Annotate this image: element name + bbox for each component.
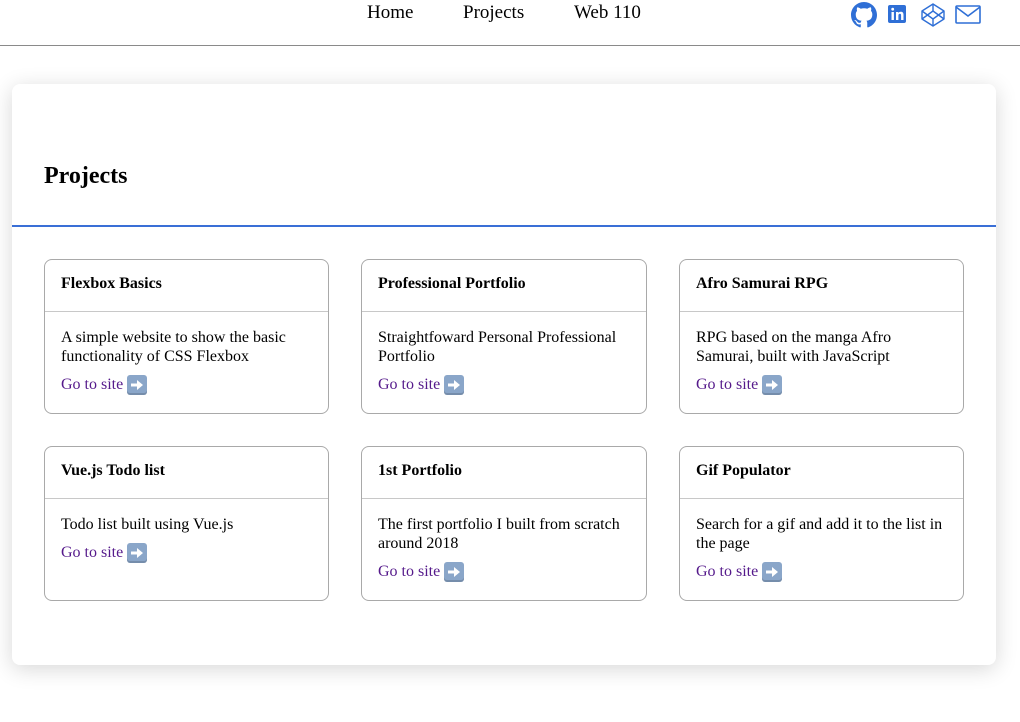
card-header: Afro Samurai RPG <box>680 260 963 312</box>
card-description: Todo list built using Vue.js <box>61 516 234 533</box>
card-title: Gif Populator <box>696 462 791 479</box>
card-body: Search for a gif and add it to the list … <box>680 499 963 582</box>
card-body: The first portfolio I built from scratch… <box>362 499 646 582</box>
go-to-site-link[interactable]: Go to site <box>61 543 148 563</box>
card-header: Professional Portfolio <box>362 260 646 312</box>
project-card-flexbox-basics: Flexbox Basics A simple website to show … <box>44 259 329 414</box>
card-title: 1st Portfolio <box>378 462 462 479</box>
right-arrow-icon <box>444 375 465 395</box>
page-title: Projects <box>44 163 128 189</box>
nav-link-projects[interactable]: Projects <box>463 2 524 24</box>
card-title: Afro Samurai RPG <box>696 275 829 292</box>
right-arrow-icon <box>127 375 148 395</box>
right-arrow-icon <box>762 375 783 395</box>
go-to-site-link[interactable]: Go to site <box>696 375 783 395</box>
top-nav: Home Projects Web 110 <box>0 0 1020 46</box>
go-to-site-link[interactable]: Go to site <box>378 562 465 582</box>
go-to-site-link[interactable]: Go to site <box>61 375 148 395</box>
card-header: Vue.js Todo list <box>45 447 328 499</box>
projects-panel: Projects Flexbox Basics A simple website… <box>12 84 996 665</box>
right-arrow-icon <box>762 562 783 582</box>
project-card-1st-portfolio: 1st Portfolio The first portfolio I buil… <box>361 446 647 601</box>
link-label: Go to site <box>61 376 124 393</box>
section-divider <box>12 225 996 227</box>
card-description: Straightfoward Personal Professional Por… <box>378 329 617 365</box>
go-to-site-link[interactable]: Go to site <box>378 375 465 395</box>
link-label: Go to site <box>378 563 441 580</box>
link-label: Go to site <box>61 544 124 561</box>
card-body: Todo list built using Vue.js Go to site <box>45 499 328 563</box>
card-body: RPG based on the manga Afro Samurai, bui… <box>680 312 963 395</box>
card-body: A simple website to show the basic funct… <box>45 312 328 395</box>
nav-link-home[interactable]: Home <box>367 2 413 24</box>
card-body: Straightfoward Personal Professional Por… <box>362 312 646 395</box>
right-arrow-icon <box>127 543 148 563</box>
codepen-icon[interactable] <box>919 2 947 28</box>
link-label: Go to site <box>696 376 759 393</box>
go-to-site-link[interactable]: Go to site <box>696 562 783 582</box>
card-description: RPG based on the manga Afro Samurai, bui… <box>696 329 892 365</box>
card-header: Flexbox Basics <box>45 260 328 312</box>
card-title: Vue.js Todo list <box>61 462 165 479</box>
card-title: Professional Portfolio <box>378 275 526 292</box>
nav-link-web-110[interactable]: Web 110 <box>574 2 641 24</box>
card-header: 1st Portfolio <box>362 447 646 499</box>
linkedin-icon[interactable] <box>887 2 909 28</box>
project-card-vuejs-todo-list: Vue.js Todo list Todo list built using V… <box>44 446 329 601</box>
link-label: Go to site <box>378 376 441 393</box>
project-card-gif-populator: Gif Populator Search for a gif and add i… <box>679 446 964 601</box>
card-description: The first portfolio I built from scratch… <box>378 516 620 552</box>
project-card-afro-samurai-rpg: Afro Samurai RPG RPG based on the manga … <box>679 259 964 414</box>
mail-icon[interactable] <box>954 2 982 28</box>
right-arrow-icon <box>444 562 465 582</box>
project-card-professional-portfolio: Professional Portfolio Straightfoward Pe… <box>361 259 647 414</box>
link-label: Go to site <box>696 563 759 580</box>
card-description: Search for a gif and add it to the list … <box>696 516 943 552</box>
card-title: Flexbox Basics <box>61 275 162 292</box>
card-header: Gif Populator <box>680 447 963 499</box>
github-icon[interactable] <box>851 2 877 28</box>
card-description: A simple website to show the basic funct… <box>61 329 286 365</box>
